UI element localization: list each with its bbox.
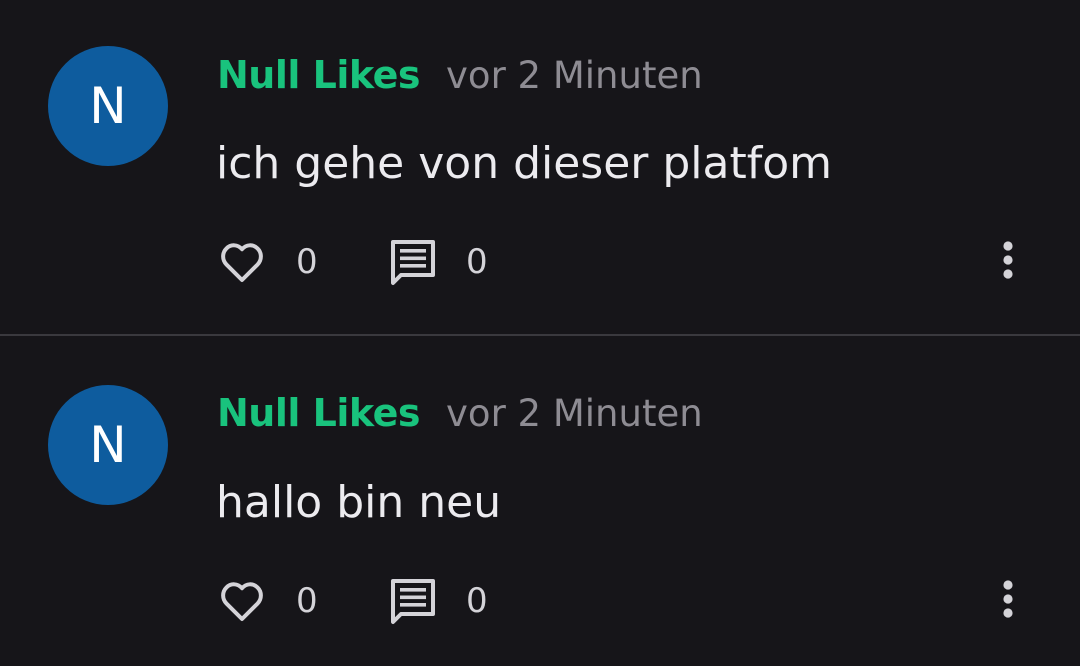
divider (0, 334, 1080, 336)
timestamp: vor 2 Minuten (446, 53, 703, 97)
more-options-button[interactable] (994, 238, 1022, 286)
heart-outline-icon (218, 240, 266, 284)
username[interactable]: Null Likes (217, 53, 421, 97)
like-count: 0 (296, 581, 318, 621)
comment-actions: 0 0 (218, 577, 1038, 625)
comment-item: N Null Likes vor 2 Minuten hallo bin neu… (0, 337, 1080, 666)
like-count: 0 (296, 242, 318, 282)
comment-item: N Null Likes vor 2 Minuten ich gehe von … (0, 0, 1080, 335)
avatar[interactable]: N (48, 46, 168, 166)
more-vertical-icon (1002, 240, 1014, 285)
reply-count: 0 (466, 242, 488, 282)
comment-icon (388, 577, 438, 625)
comment-text: ich gehe von dieser platfom (216, 138, 832, 189)
timestamp: vor 2 Minuten (446, 391, 703, 435)
like-button[interactable]: 0 (218, 238, 318, 286)
comment-header: Null Likes vor 2 Minuten (217, 390, 703, 436)
comment-actions: 0 0 (218, 238, 1038, 286)
heart-outline-icon (218, 579, 266, 623)
comment-feed: N Null Likes vor 2 Minuten ich gehe von … (0, 0, 1080, 666)
comment-header: Null Likes vor 2 Minuten (217, 52, 703, 98)
more-vertical-icon (1002, 579, 1014, 624)
like-button[interactable]: 0 (218, 577, 318, 625)
comment-icon (388, 238, 438, 286)
avatar[interactable]: N (48, 385, 168, 505)
comment-text: hallo bin neu (216, 477, 502, 528)
reply-button[interactable]: 0 (388, 577, 488, 625)
reply-button[interactable]: 0 (388, 238, 488, 286)
reply-count: 0 (466, 581, 488, 621)
username[interactable]: Null Likes (217, 391, 421, 435)
more-options-button[interactable] (994, 577, 1022, 625)
